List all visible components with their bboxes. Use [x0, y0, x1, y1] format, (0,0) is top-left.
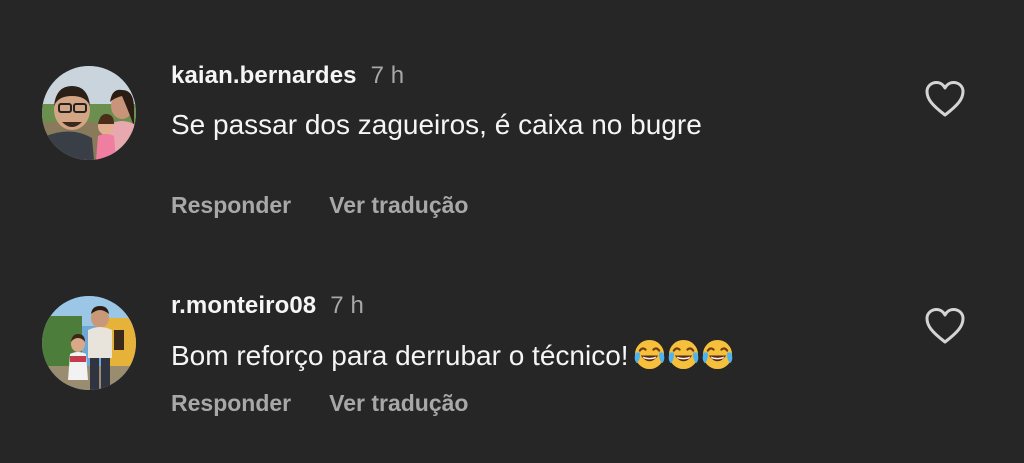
like-button[interactable] [924, 307, 966, 345]
heart-outline-icon [925, 308, 965, 344]
avatar[interactable] [42, 296, 136, 390]
heart-outline-icon [925, 81, 965, 117]
reply-button[interactable]: Responder [171, 192, 291, 218]
reply-button[interactable]: Responder [171, 390, 291, 416]
avatar[interactable] [42, 66, 136, 160]
face-with-tears-of-joy-icon [702, 339, 732, 370]
avatar-photo [42, 66, 136, 160]
username-text[interactable]: r.monteiro08 [171, 292, 316, 319]
comment-text: Bom reforço para derrubar o técnico! [171, 338, 735, 378]
laughing-emoji-group [633, 338, 735, 378]
comment-item: r.monteiro08 7 h Bom reforço para derruba… [0, 240, 1024, 463]
comment-timestamp: 7 h [330, 292, 364, 319]
comment-item: kaian.bernardes 7 h Se passar dos zagueir… [0, 0, 1024, 240]
username-text[interactable]: kaian.bernardes [171, 62, 357, 89]
see-translation-button[interactable]: Ver tradução [329, 390, 468, 416]
comment-text: Se passar dos zagueiros, é caixa no bugr… [171, 109, 702, 140]
comment-username[interactable]: kaian.bernardes 7 h [171, 62, 404, 90]
comment-text-content: Bom reforço para derrubar o técnico! [171, 340, 629, 371]
face-with-tears-of-joy-icon [668, 339, 698, 370]
comment-actions: Responder Ver tradução [171, 390, 468, 417]
see-translation-button[interactable]: Ver tradução [329, 192, 468, 218]
comment-username[interactable]: r.monteiro08 7 h [171, 292, 364, 320]
comment-actions: Responder Ver tradução [171, 192, 468, 219]
comment-timestamp: 7 h [370, 62, 405, 89]
face-with-tears-of-joy-icon [634, 339, 664, 370]
like-button[interactable] [924, 80, 966, 118]
avatar-photo [42, 296, 136, 390]
